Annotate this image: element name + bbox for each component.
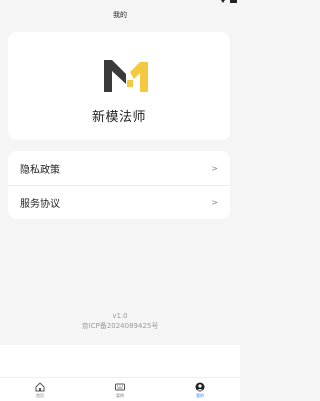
battery-icon xyxy=(230,0,237,3)
app-logo xyxy=(104,60,148,92)
tab-cases[interactable]: 案例 xyxy=(80,378,160,401)
keyboard-icon xyxy=(115,383,125,390)
chevron-right-icon: > xyxy=(211,197,218,207)
menu-item-label: 服务协议 xyxy=(20,198,60,210)
brand-card: 新模法师 xyxy=(8,32,230,140)
menu-item-privacy-policy[interactable]: 隐私政策 > xyxy=(8,151,230,185)
chevron-right-icon: > xyxy=(211,163,218,173)
home-icon xyxy=(35,381,45,391)
status-icons xyxy=(219,0,238,3)
icp-text[interactable]: 京ICP备2024089425号 xyxy=(0,321,240,331)
version-text: v1.0 xyxy=(112,312,128,320)
tab-label: 案例 xyxy=(116,392,124,398)
menu-item-service-agreement[interactable]: 服务协议 > xyxy=(8,185,230,219)
bottom-spacer xyxy=(0,345,240,377)
menu-item-label: 隐私政策 xyxy=(20,164,60,176)
tab-home[interactable]: 首页 xyxy=(0,378,80,401)
user-icon xyxy=(195,382,205,391)
tab-mine[interactable]: 我的 xyxy=(160,378,240,401)
tab-label: 首页 xyxy=(36,392,44,398)
menu-card: 隐私政策 > 服务协议 > xyxy=(8,151,230,219)
footer-info: v1.0 京ICP备2024089425号 xyxy=(0,311,240,331)
wifi-icon xyxy=(221,0,225,3)
tab-bar: 首页 案例 我的 xyxy=(0,377,240,401)
page-title: 我的 xyxy=(113,11,127,19)
app-name: 新模法师 xyxy=(91,110,146,125)
tab-label: 我的 xyxy=(196,392,204,398)
